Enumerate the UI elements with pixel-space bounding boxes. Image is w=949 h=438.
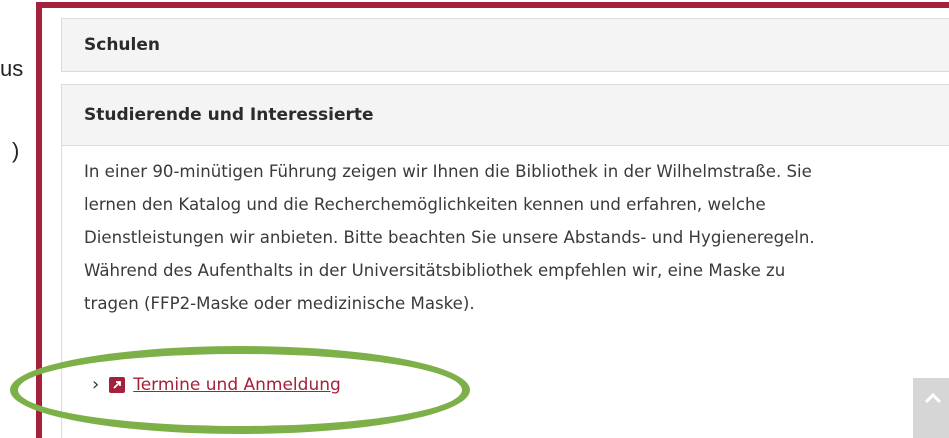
description-line: tragen (FFP2-Maske oder medizinische Mas… bbox=[84, 294, 475, 313]
panel-description: In einer 90-minütigen Führung zeigen wir… bbox=[84, 155, 944, 320]
description-line: Dienstleistungen wir anbieten. Bitte bea… bbox=[84, 228, 815, 247]
back-to-top-icon bbox=[924, 392, 942, 404]
accordion-header-schulen[interactable]: Schulen bbox=[61, 18, 949, 72]
annotation-ellipse bbox=[10, 346, 470, 434]
cropped-text-fragment: ) bbox=[12, 138, 20, 163]
accordion-title: Schulen bbox=[84, 35, 160, 55]
description-line: Während des Aufenthalts in der Universit… bbox=[84, 261, 786, 280]
accordion-title: Studierende und Interessierte bbox=[84, 105, 374, 125]
cropped-text-fragment: us bbox=[0, 56, 24, 81]
description-line: lernen den Katalog und die Recherchemögl… bbox=[84, 195, 766, 214]
accordion-header-studierende[interactable]: Studierende und Interessierte bbox=[61, 84, 949, 146]
back-to-top-button[interactable] bbox=[913, 378, 949, 438]
description-line: In einer 90-minütigen Führung zeigen wir… bbox=[84, 162, 812, 181]
